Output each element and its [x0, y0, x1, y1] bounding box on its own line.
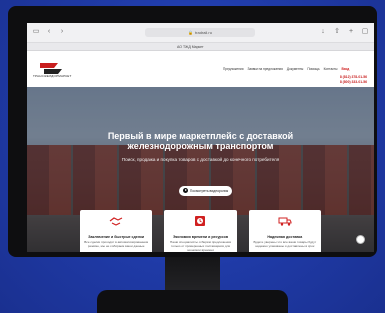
card-title: Надежная доставка — [267, 235, 303, 239]
new-tab-icon[interactable]: + — [347, 28, 355, 36]
feature-card-deals: Заключение и быстрые сделки Все сделки п… — [80, 210, 153, 252]
tab-active[interactable]: АО ТЖД Маркет — [177, 44, 204, 50]
site-header: ТРАНСЖЕЛДОРМАРКЕТ Предложения Заявки на … — [27, 51, 374, 87]
back-icon[interactable]: ‹ — [45, 28, 53, 36]
sidebar-icon[interactable]: ▭ — [32, 28, 40, 36]
feature-card-delivery: Надежная доставка Будете уверены что все… — [248, 210, 321, 252]
phone-2[interactable]: 8 (800) 333-01-56 — [340, 80, 367, 85]
hero-subtitle: Поиск, продажа и покупка товаров с доста… — [121, 157, 280, 162]
url-text: tradrail.ru — [195, 30, 212, 35]
hero-title: Первый в мире маркетплейс с доставкой же… — [107, 131, 294, 151]
card-title: Заключение и быстрые сделки — [88, 235, 145, 239]
download-icon[interactable]: ↓ — [319, 28, 327, 36]
handshake-icon — [109, 217, 123, 226]
feature-cards: Заключение и быстрые сделки Все сделки п… — [80, 210, 321, 252]
truck-icon — [278, 217, 292, 226]
nav-item-contacts[interactable]: Контакты — [324, 67, 338, 71]
phone-block: 8 (812) 378-01-56 8 (800) 333-01-56 — [340, 75, 367, 84]
lock-icon: 🔒 — [188, 30, 194, 35]
watch-video-label: Посмотреть видеоролик — [189, 189, 229, 193]
forward-icon[interactable]: › — [58, 28, 66, 36]
nav-item-offers[interactable]: Предложения — [223, 67, 243, 71]
screen: ▭ ‹ › 🔒 tradrail.ru ↓ ⇧ + ▢ АО ТЖД Маркет… — [27, 23, 374, 252]
feature-card-time: Экономия времени и ресурсов Наши специал… — [164, 210, 237, 252]
nav-item-requests[interactable]: Заявки на предложения — [247, 67, 282, 71]
nav-item-documents[interactable]: Документы — [287, 67, 303, 71]
logo-text: ТРАНСЖЕЛДОРМАРКЕТ — [33, 74, 72, 78]
card-text: Будете уверены что все ваши товары будут… — [253, 240, 317, 248]
login-link[interactable]: Вход — [341, 67, 349, 71]
card-text: Наши специалисты отберём предложения тол… — [169, 240, 231, 252]
card-title: Экономия времени и ресурсов — [172, 235, 229, 239]
watch-video-button[interactable]: Посмотреть видеоролик — [179, 186, 232, 196]
phone-1[interactable]: 8 (812) 378-01-56 — [340, 75, 367, 80]
scroll-up-button[interactable] — [356, 235, 365, 244]
hero-section: Первый в мире маркетплейс с доставкой же… — [27, 87, 374, 252]
tab-bar: АО ТЖД Маркет — [27, 43, 374, 51]
main-nav: Предложения Заявки на предложения Докуме… — [223, 67, 349, 71]
monitor-stand — [165, 257, 220, 291]
play-icon — [182, 188, 188, 193]
share-icon[interactable]: ⇧ — [333, 28, 341, 36]
card-text: Все сделки проходят в автоматизированном… — [84, 240, 149, 248]
clock-icon — [195, 216, 206, 226]
address-bar[interactable]: 🔒 tradrail.ru — [145, 28, 255, 37]
browser-toolbar: ▭ ‹ › 🔒 tradrail.ru ↓ ⇧ + ▢ — [27, 23, 374, 43]
monitor-base — [97, 290, 288, 313]
tabs-icon[interactable]: ▢ — [361, 28, 369, 36]
nav-item-help[interactable]: Помощь — [307, 67, 319, 71]
